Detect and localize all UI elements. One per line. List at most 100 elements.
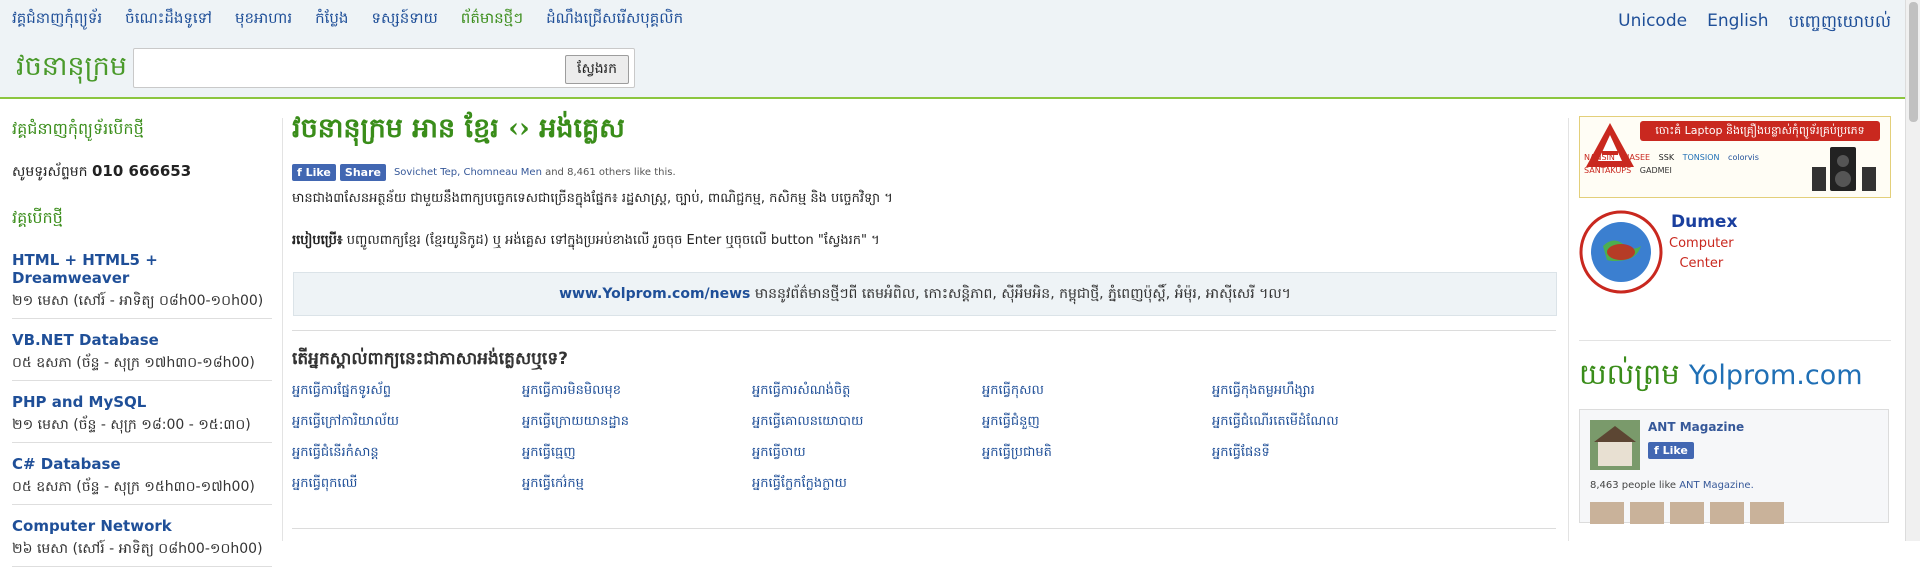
fb-page-like-button[interactable]: f Like (1648, 442, 1694, 459)
brand-name: TONSION (1682, 153, 1720, 162)
ad-headline: ចោះគំ Laptop និងគ្រឿងបន្លាស់កុំព្យូទ័រគ្… (1640, 121, 1880, 141)
term-link[interactable]: អ្នកធ្វើចាយ (752, 444, 982, 463)
fb-page-like-label: Like (1662, 444, 1688, 457)
page-title: វចនានុក្រម អាន ខ្មែរ ‹› អង់គ្លេស (292, 113, 625, 144)
term-link[interactable]: អ្នកធ្វើប្រជាមតិ (982, 444, 1212, 463)
fb-count-text: 8,463 people like (1590, 480, 1677, 491)
fb-page-widget: ANT Magazine f Like 8,463 people like AN… (1579, 409, 1889, 524)
nav-jobs[interactable]: ដំណឹងជ្រើសរើសបុគ្គលិក (546, 9, 683, 33)
course-date: ២៦ មេសា (សៅរ៍ - អាទិត្យ ០៨h00-១០h00) (12, 541, 263, 557)
divider-left (282, 118, 283, 541)
scrollbar-thumb[interactable] (1909, 2, 1918, 122)
fb-count-page-name[interactable]: ANT Magazine. (1679, 480, 1754, 491)
term-link[interactable]: អ្នកធ្វើកុងតម្លអហឹង្សារ (1212, 382, 1442, 401)
dumex-sub1: Computer (1669, 236, 1734, 251)
fb-fan-faces (1590, 502, 1790, 524)
fb-like-names[interactable]: Sovichet Tep, Chomneau Men (394, 167, 542, 178)
fan-avatar[interactable] (1590, 502, 1624, 524)
phone-label: សូមទូរស័ព្ទមក (12, 164, 88, 180)
term-link[interactable]: អ្នកធ្វើការសំណង់ចិត្ត (752, 382, 982, 401)
term-link[interactable]: អ្នកធ្វើកុសល (982, 382, 1212, 401)
course-date: ០៥ ឧសភា (ច័ន្ទ - សុក្រ ១៥h៣០-១៧h00) (12, 479, 255, 495)
fan-avatar[interactable] (1710, 502, 1744, 524)
dumex-name: Dumex (1671, 212, 1738, 232)
news-url-link[interactable]: www.Yolprom.com/news (559, 286, 750, 302)
term-link[interactable]: អ្នកធ្វើគោលនយោបាយ (752, 413, 982, 432)
left-sidebar: វគ្គជំនាញកុំព្យូទ័របើកថ្មី សូមទូរស័ព្ទមក… (12, 118, 272, 579)
term-link[interactable]: អ្នកធ្វើពុកឈើ (292, 475, 522, 494)
howto-body: បញ្ចូលពាក្យខ្មែរ (ខ្មែរយូនិកូដ) ឬ អង់គ្ល… (346, 233, 880, 248)
search-input[interactable] (136, 51, 570, 85)
fb-like-button[interactable]: f Like (292, 164, 336, 181)
nav-jokes[interactable]: កំប្លែង (315, 9, 348, 33)
term-link[interactable]: អ្នកធ្វើក្រោយយានដ្ឋាន (522, 413, 752, 432)
nav-computer-courses[interactable]: វគ្គជំនាញកុំព្យូទ័រ (12, 9, 102, 33)
brand-name: GADMEI (1639, 166, 1672, 175)
fan-avatar[interactable] (1670, 502, 1704, 524)
fb-share-button[interactable]: Share (339, 164, 386, 181)
course-item: VB.NET Database ០៥ ឧសភា (ច័ន្ទ - សុក្រ ១… (12, 331, 272, 381)
course-title[interactable]: PHP and MySQL (12, 393, 272, 411)
course-item: PHP and MySQL ២១ មេសា (ច័ន្ទ - សុក្រ ១៨:… (12, 393, 272, 443)
term-link[interactable]: អ្នកធ្វើការផ្នែកទូរស័ព្ទ (292, 382, 522, 401)
globe-logo-icon (1579, 210, 1663, 294)
dumex-ad[interactable]: Dumex Computer Center (1579, 210, 1891, 294)
brand-name: SANTAKUPS (1584, 166, 1632, 175)
course-item: C# Database ០៥ ឧសភា (ច័ន្ទ - សុក្រ ១៥h៣០… (12, 455, 272, 505)
fb-icon: f (1654, 444, 1663, 457)
course-item: HTML + HTML5 + Dreamweaver ២១ មេសា (សៅរ៍… (12, 251, 272, 319)
fb-like-icon: f (297, 166, 306, 179)
unicode-link[interactable]: Unicode (1618, 11, 1687, 36)
brand-name: SSK (1658, 153, 1675, 162)
search-button[interactable]: ស្វែងរក (565, 55, 629, 84)
laptop-ad-banner[interactable]: ចោះគំ Laptop និងគ្រឿងបន្លាស់កុំព្យូទ័រគ្… (1579, 116, 1891, 198)
fb-page-name[interactable]: ANT Magazine (1648, 420, 1744, 434)
term-link[interactable]: អ្នកធ្វើផែនទី (1212, 444, 1442, 463)
site-logo[interactable]: វចនានុក្រម (16, 50, 127, 89)
dumex-subtitle: Computer Center (1669, 234, 1734, 274)
nav-general-knowledge[interactable]: ចំណេះដឹងទូទៅ (125, 9, 212, 33)
fan-avatar[interactable] (1750, 502, 1784, 524)
brand-name: colorvis (1728, 153, 1759, 162)
sidebar-heading: វគ្គជំនាញកុំព្យូទ័របើកថ្មី (12, 119, 144, 138)
nav-food[interactable]: មុខអាហារ (235, 9, 292, 33)
course-title[interactable]: HTML + HTML5 + Dreamweaver (12, 251, 272, 287)
yolprom-domain: Yolprom.com (1688, 360, 1863, 391)
nav-horoscope[interactable]: ទស្សន៍ទាយ (371, 9, 437, 33)
term-link[interactable]: អ្នកធ្វើធ្មេញ (522, 444, 752, 463)
term-link[interactable]: អ្នកធ្វើជំនួញ (982, 413, 1212, 432)
course-title[interactable]: C# Database (12, 455, 272, 473)
english-link[interactable]: English (1707, 11, 1768, 36)
divider (292, 528, 1556, 529)
howto-label: របៀបប្រើ៖ (292, 233, 343, 248)
right-nav: Unicode English បញ្ចេញយោបល់ (1598, 11, 1891, 36)
nav-news[interactable]: ព័ត៌មានថ្មីៗ (461, 9, 523, 33)
course-date: ២១ មេសា (សៅរ៍ - អាទិត្យ ០៨h00-១០h00) (12, 293, 264, 309)
term-link[interactable]: អ្នកធ្វើកេរ៌កម្ម (522, 475, 752, 494)
fb-like-row: f Like Share Sovichet Tep, Chomneau Men … (292, 164, 676, 181)
term-link[interactable]: អ្នកធ្វើការមិនមិលមុខ (522, 382, 752, 401)
main-content: វចនានុក្រម អាន ខ្មែរ ‹› អង់គ្លេស f Like … (292, 112, 1557, 529)
brand-name: NANSIN (1584, 153, 1615, 162)
course-date: ០៥ ឧសភា (ច័ន្ទ - សុក្រ ១៧h៣០-១៨h00) (12, 355, 255, 371)
right-sidebar: ចោះគំ Laptop និងគ្រឿងបន្លាស់កុំព្យូទ័រគ្… (1579, 116, 1891, 524)
term-link[interactable]: អ្នកធ្វើក្លែកក្លែងក្លាយ (752, 475, 982, 494)
course-title[interactable]: Computer Network (12, 517, 272, 535)
fb-page-count: 8,463 people like ANT Magazine. (1590, 480, 1754, 491)
fan-avatar[interactable] (1630, 502, 1664, 524)
vertical-scrollbar[interactable] (1905, 0, 1920, 541)
howto-text: របៀបប្រើ៖ បញ្ចូលពាក្យខ្មែរ (ខ្មែរយូនិកូដ… (292, 232, 1552, 251)
term-link[interactable]: អ្នកធ្វើជំនើរកំសាន្ត (292, 444, 522, 463)
term-link[interactable]: អ្នកធ្វើក្រៅការិយាល័យ (292, 413, 522, 432)
search-box (133, 48, 635, 88)
term-link[interactable]: អ្នកធ្វើជំណើរតេមើដំណែល (1212, 413, 1442, 432)
feedback-link[interactable]: បញ្ចេញយោបល់ (1788, 11, 1891, 36)
divider-right (1568, 118, 1569, 541)
course-title[interactable]: VB.NET Database (12, 331, 272, 349)
course-date: ២១ មេសា (ច័ន្ទ - សុក្រ ១៨:00 - ១៥:៣០) (12, 417, 251, 433)
news-box: www.Yolprom.com/news មាននូវព័ត៌មានថ្មីៗព… (293, 272, 1557, 316)
dumex-sub2: Center (1679, 256, 1724, 271)
page-thumbnail[interactable] (1590, 420, 1640, 470)
term-grid: អ្នកធ្វើការផ្នែកទូរស័ព្ទ អ្នកធ្វើការមិនម… (292, 382, 1556, 494)
open-courses-heading: វគ្គបើកថ្មី (12, 208, 63, 227)
